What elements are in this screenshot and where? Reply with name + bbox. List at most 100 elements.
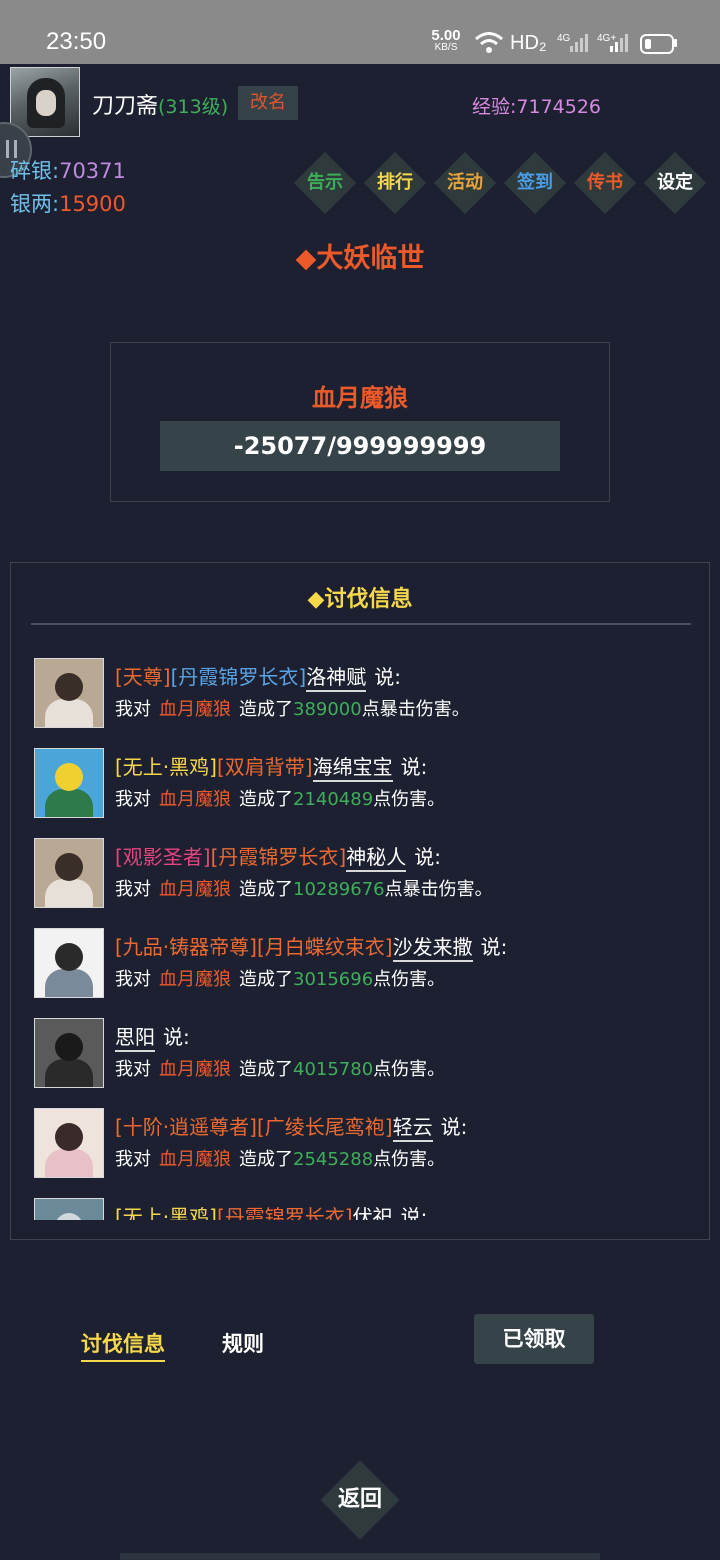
network-speed: 5.00 KB/S [428, 28, 464, 53]
rename-button[interactable]: 改名 [238, 86, 298, 120]
entry-title-tag: [天尊] [115, 665, 171, 689]
entry-damage-line: 我对 血月魔狼 造成了389000点暴击伤害。 [115, 695, 470, 721]
entry-damage-suffix: 点伤害。 [373, 1059, 446, 1080]
experience-label: 经验: [472, 96, 517, 118]
menu-mail-label: 传书 [587, 172, 623, 193]
entry-player-name[interactable]: 海绵宝宝 [312, 755, 393, 782]
entry-say-label: 说: [414, 845, 441, 869]
log-entry: [观影圣者][丹霞锦罗长衣]神秘人 说: 我对 血月魔狼 造成了10289676点暴击伤… [11, 837, 709, 927]
entry-boss-name: 血月魔狼 [159, 879, 231, 900]
broken-silver-value: 70371 [59, 159, 126, 183]
entry-damage-line: 我对 血月魔狼 造成了3015696点伤害。 [115, 965, 445, 991]
broken-silver: 碎银:70371 [10, 155, 126, 185]
raid-info-title: ◆讨伐信息 [307, 587, 413, 612]
entry-attack-verb: 造成了 [239, 969, 293, 990]
bottom-tab-strip [120, 1553, 600, 1560]
menu-notice-label: 告示 [307, 172, 343, 193]
entry-player-name[interactable]: 沙发来撒 [392, 935, 473, 962]
entry-attack-verb: 造成了 [239, 1059, 293, 1080]
entry-speaker: [九品·铸器帝尊][月白蝶纹束衣]沙发来撒 说: [115, 931, 507, 962]
claimed-button[interactable]: 已领取 [474, 1314, 594, 1364]
entry-boss-name: 血月魔狼 [159, 969, 231, 990]
clock: 23:50 [46, 28, 107, 55]
entry-say-label: 说: [374, 665, 401, 689]
entry-title-tag: [观影圣者] [115, 845, 211, 869]
entry-attack-prefix: 我对 [115, 879, 151, 900]
entry-avatar[interactable] [34, 1018, 104, 1088]
entry-player-name[interactable]: 轻云 [392, 1115, 433, 1142]
menu-signin-button[interactable]: 签到 [500, 148, 570, 218]
menu-settings-label: 设定 [657, 172, 693, 193]
entry-damage-line: 我对 血月魔狼 造成了2140489点伤害。 [115, 785, 445, 811]
menu-activity-button[interactable]: 活动 [430, 148, 500, 218]
entry-boss-name: 血月魔狼 [159, 1059, 231, 1080]
entry-title-tag: [无上·黑鸡] [115, 1205, 217, 1220]
entry-attack-prefix: 我对 [115, 699, 151, 720]
entry-damage-value: 3015696 [293, 969, 374, 990]
entry-damage-line: 我对 血月魔狼 造成了10289676点暴击伤害。 [115, 875, 493, 901]
entry-say-label: 说: [400, 755, 428, 779]
entry-damage-suffix: 点暴击伤害。 [384, 879, 493, 900]
entry-player-name[interactable]: 伏祀 [352, 1205, 393, 1220]
divider [31, 623, 691, 625]
silver-taels-label: 银两: [10, 192, 60, 216]
menu-signin-label: 签到 [517, 172, 553, 193]
back-button[interactable]: 返回 [310, 1455, 410, 1545]
entry-avatar[interactable] [34, 838, 104, 908]
signal-2-label: 4G+ [597, 33, 616, 44]
entry-speaker: 思阳 说: [115, 1021, 190, 1052]
entry-attack-prefix: 我对 [115, 969, 151, 990]
back-button-label: 返回 [337, 1487, 382, 1512]
menu-mail-button[interactable]: 传书 [570, 148, 640, 218]
entry-player-name[interactable]: 思阳 [115, 1025, 155, 1052]
signal-1-label: 4G [557, 33, 571, 44]
boss-panel: 血月魔狼 -25077/999999999 [110, 342, 610, 502]
experience-value: 7174526 [516, 96, 602, 118]
entry-avatar[interactable] [34, 658, 104, 728]
entry-title-tag: [丹霞锦罗长衣] [170, 665, 307, 689]
entry-player-name[interactable]: 洛神赋 [306, 665, 367, 692]
silver-taels-value: 15900 [59, 192, 126, 216]
entry-damage-value: 10289676 [293, 879, 385, 900]
entry-damage-line: 我对 血月魔狼 造成了2545288点伤害。 [115, 1145, 445, 1171]
entry-speaker: [十阶·逍遥尊者][广绫长尾鸾袍]轻云 说: [115, 1111, 467, 1142]
entry-speaker: [天尊][丹霞锦罗长衣]洛神赋 说: [115, 661, 401, 692]
entry-avatar[interactable] [34, 1198, 104, 1220]
signal-4g-icon: 4G [557, 33, 588, 52]
entry-damage-line: 我对 血月魔狼 造成了4015780点伤害。 [115, 1055, 445, 1081]
raid-log-list[interactable]: [天尊][丹霞锦罗长衣]洛神赋 说: 我对 血月魔狼 造成了389000点暴击伤害。 [无… [11, 657, 709, 1220]
tab-rules[interactable]: 规则 [222, 1328, 264, 1358]
entry-speaker: [无上·黑鸡][双肩背带]海绵宝宝 说: [115, 751, 428, 782]
entry-title-tag: [丹霞锦罗长衣] [216, 1205, 353, 1220]
battery-icon [640, 34, 674, 54]
entry-damage-suffix: 点伤害。 [373, 1149, 446, 1170]
network-speed-unit: KB/S [434, 42, 458, 53]
entry-title-tag: [月白蝶纹束衣] [256, 935, 393, 959]
event-title: ◆大妖临世 [295, 243, 425, 274]
entry-damage-value: 2140489 [293, 789, 374, 810]
menu-ranking-label: 排行 [377, 172, 413, 193]
wifi-icon [475, 32, 503, 53]
entry-title-tag: [双肩背带] [216, 755, 313, 779]
boss-hp-bar: -25077/999999999 [160, 421, 560, 471]
entry-avatar[interactable] [34, 928, 104, 998]
entry-avatar[interactable] [34, 1108, 104, 1178]
broken-silver-label: 碎银: [10, 159, 60, 183]
entry-damage-suffix: 点伤害。 [373, 789, 446, 810]
entry-player-name[interactable]: 神秘人 [346, 845, 407, 872]
menu-activity-label: 活动 [447, 172, 483, 193]
entry-avatar[interactable] [34, 748, 104, 818]
player-name-line: 刀刀斋(313级) [92, 88, 228, 120]
entry-boss-name: 血月魔狼 [159, 1149, 231, 1170]
entry-damage-value: 4015780 [293, 1059, 374, 1080]
entry-damage-suffix: 点暴击伤害。 [361, 699, 470, 720]
tab-raid-info[interactable]: 讨伐信息 [81, 1328, 165, 1362]
boss-name: 血月魔狼 [312, 384, 408, 412]
menu-notice-button[interactable]: 告示 [290, 148, 360, 218]
entry-attack-verb: 造成了 [239, 789, 293, 810]
entry-title-tag: [丹霞锦罗长衣] [210, 845, 347, 869]
entry-title-tag: [十阶·逍遥尊者] [115, 1115, 257, 1139]
entry-boss-name: 血月魔狼 [159, 699, 231, 720]
menu-settings-button[interactable]: 设定 [640, 148, 710, 218]
menu-ranking-button[interactable]: 排行 [360, 148, 430, 218]
